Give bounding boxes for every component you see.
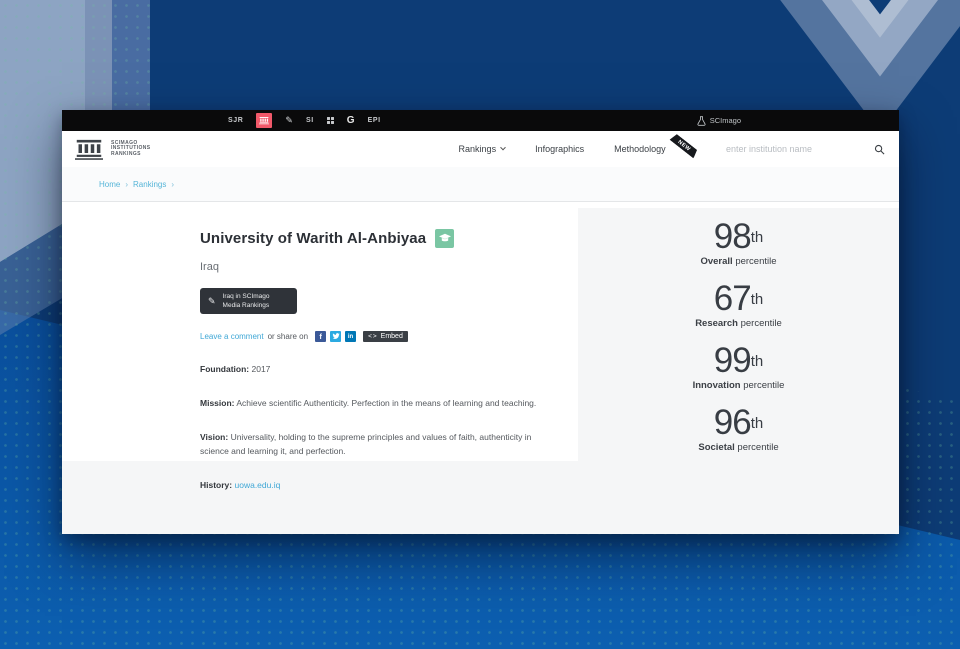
- pen-icon: ✎: [208, 296, 216, 307]
- g-link[interactable]: G: [347, 115, 355, 126]
- innovation-percentile-label: Innovation percentile: [693, 380, 785, 391]
- embed-label: Embed: [381, 333, 403, 340]
- breadcrumb-home[interactable]: Home: [99, 180, 120, 189]
- innovation-percentile: 99th Innovation percentile: [693, 343, 785, 391]
- linkedin-icon[interactable]: in: [345, 331, 356, 342]
- societal-percentile-label: Societal percentile: [698, 442, 778, 453]
- title-row: University of Warith Al-Anbiyaa: [200, 229, 548, 248]
- research-percentile-label: Research percentile: [695, 318, 782, 329]
- history-label: History:: [200, 480, 232, 490]
- scimago-lab-link[interactable]: SCImago: [697, 116, 741, 126]
- bank-columns-icon: [259, 116, 269, 125]
- new-badge: NEW: [669, 132, 698, 158]
- research-percentile-value: 67th: [695, 281, 782, 317]
- breadcrumb-separator: ›: [171, 180, 174, 189]
- foundation-label: Foundation:: [200, 364, 249, 374]
- site-header: SCIMAGO INSTITUTIONS RANKINGS Rankings I…: [62, 131, 899, 167]
- twitter-icon[interactable]: [330, 331, 341, 342]
- vision-label: Vision:: [200, 432, 228, 442]
- media-rankings-button[interactable]: ✎ Iraq in SCImago Media Rankings: [200, 288, 297, 314]
- breadcrumb: Home › Rankings ›: [62, 167, 899, 202]
- foundation-field: Foundation: 2017: [200, 362, 548, 376]
- chevron-down-icon: [500, 145, 506, 151]
- history-field: History: uowa.edu.iq: [200, 478, 548, 492]
- media-rankings-pen-icon[interactable]: ✎: [285, 116, 293, 125]
- scimago-lab-label: SCImago: [710, 116, 741, 125]
- higher-education-badge: [435, 229, 454, 248]
- nav-infographics[interactable]: Infographics: [535, 144, 584, 154]
- leave-comment-link[interactable]: Leave a comment: [200, 332, 264, 341]
- share-row: Leave a comment or share on f in <> Embe…: [200, 331, 548, 342]
- sjr-link[interactable]: SJR: [228, 117, 243, 124]
- page-title: University of Warith Al-Anbiyaa: [200, 230, 426, 247]
- societal-percentile-value: 96th: [698, 405, 778, 441]
- graphica-grid-icon[interactable]: [327, 117, 334, 124]
- twitter-bird-glyph: [332, 333, 340, 340]
- si-link[interactable]: SI: [306, 117, 314, 124]
- facebook-icon[interactable]: f: [315, 331, 326, 342]
- foundation-value: 2017: [251, 364, 270, 374]
- overall-percentile: 98th Overall percentile: [700, 219, 776, 267]
- graduation-cap-icon: [438, 233, 452, 244]
- sir-columns-logo-icon: [74, 139, 104, 160]
- mission-value: Achieve scientific Authenticity. Perfect…: [236, 398, 536, 408]
- epi-link[interactable]: EPI: [368, 117, 381, 124]
- institution-content: University of Warith Al-Anbiyaa Iraq ✎ I…: [62, 208, 899, 461]
- search-icon[interactable]: [874, 144, 885, 155]
- nav-rankings[interactable]: Rankings: [459, 144, 506, 154]
- overall-percentile-label: Overall percentile: [700, 256, 776, 267]
- history-website-link[interactable]: uowa.edu.iq: [235, 480, 281, 490]
- sir-logo[interactable]: SCIMAGO INSTITUTIONS RANKINGS: [74, 139, 151, 160]
- scimago-products-bar: SJR ✎ SI G EPI SCImag: [62, 110, 899, 131]
- share-on-text: or share on: [268, 332, 308, 341]
- breadcrumb-rankings[interactable]: Rankings: [133, 180, 166, 189]
- societal-percentile: 96th Societal percentile: [698, 405, 778, 453]
- innovation-percentile-value: 99th: [693, 343, 785, 379]
- products-links: SJR ✎ SI G EPI: [228, 113, 381, 128]
- country-label: Iraq: [200, 261, 548, 273]
- percentiles-panel: 98th Overall percentile 67th Research pe…: [578, 208, 899, 461]
- overall-percentile-value: 98th: [700, 219, 776, 255]
- mission-label: Mission:: [200, 398, 234, 408]
- nav-methodology[interactable]: Methodology NEW: [614, 144, 696, 154]
- sir-active-tile[interactable]: [256, 113, 272, 128]
- embed-button[interactable]: <> Embed: [363, 331, 408, 342]
- card-bottom-strip: [62, 461, 899, 534]
- institution-search-input[interactable]: [726, 144, 844, 154]
- sir-logo-text: SCIMAGO INSTITUTIONS RANKINGS: [111, 141, 151, 158]
- scimago-lab-icon: [697, 116, 706, 126]
- vision-value: Universality, holding to the supreme pri…: [200, 432, 531, 456]
- media-rankings-button-label: Iraq in SCImago Media Rankings: [223, 292, 287, 310]
- breadcrumb-separator: ›: [125, 180, 128, 189]
- main-nav: Rankings Infographics Methodology NEW: [459, 144, 885, 155]
- mission-field: Mission: Achieve scientific Authenticity…: [200, 396, 548, 410]
- research-percentile: 67th Research percentile: [695, 281, 782, 329]
- code-brackets-icon: <>: [368, 333, 378, 340]
- sir-page-card: SJR ✎ SI G EPI SCImag: [62, 110, 899, 534]
- institution-info-panel: University of Warith Al-Anbiyaa Iraq ✎ I…: [62, 208, 578, 461]
- vision-field: Vision: Universality, holding to the sup…: [200, 430, 548, 458]
